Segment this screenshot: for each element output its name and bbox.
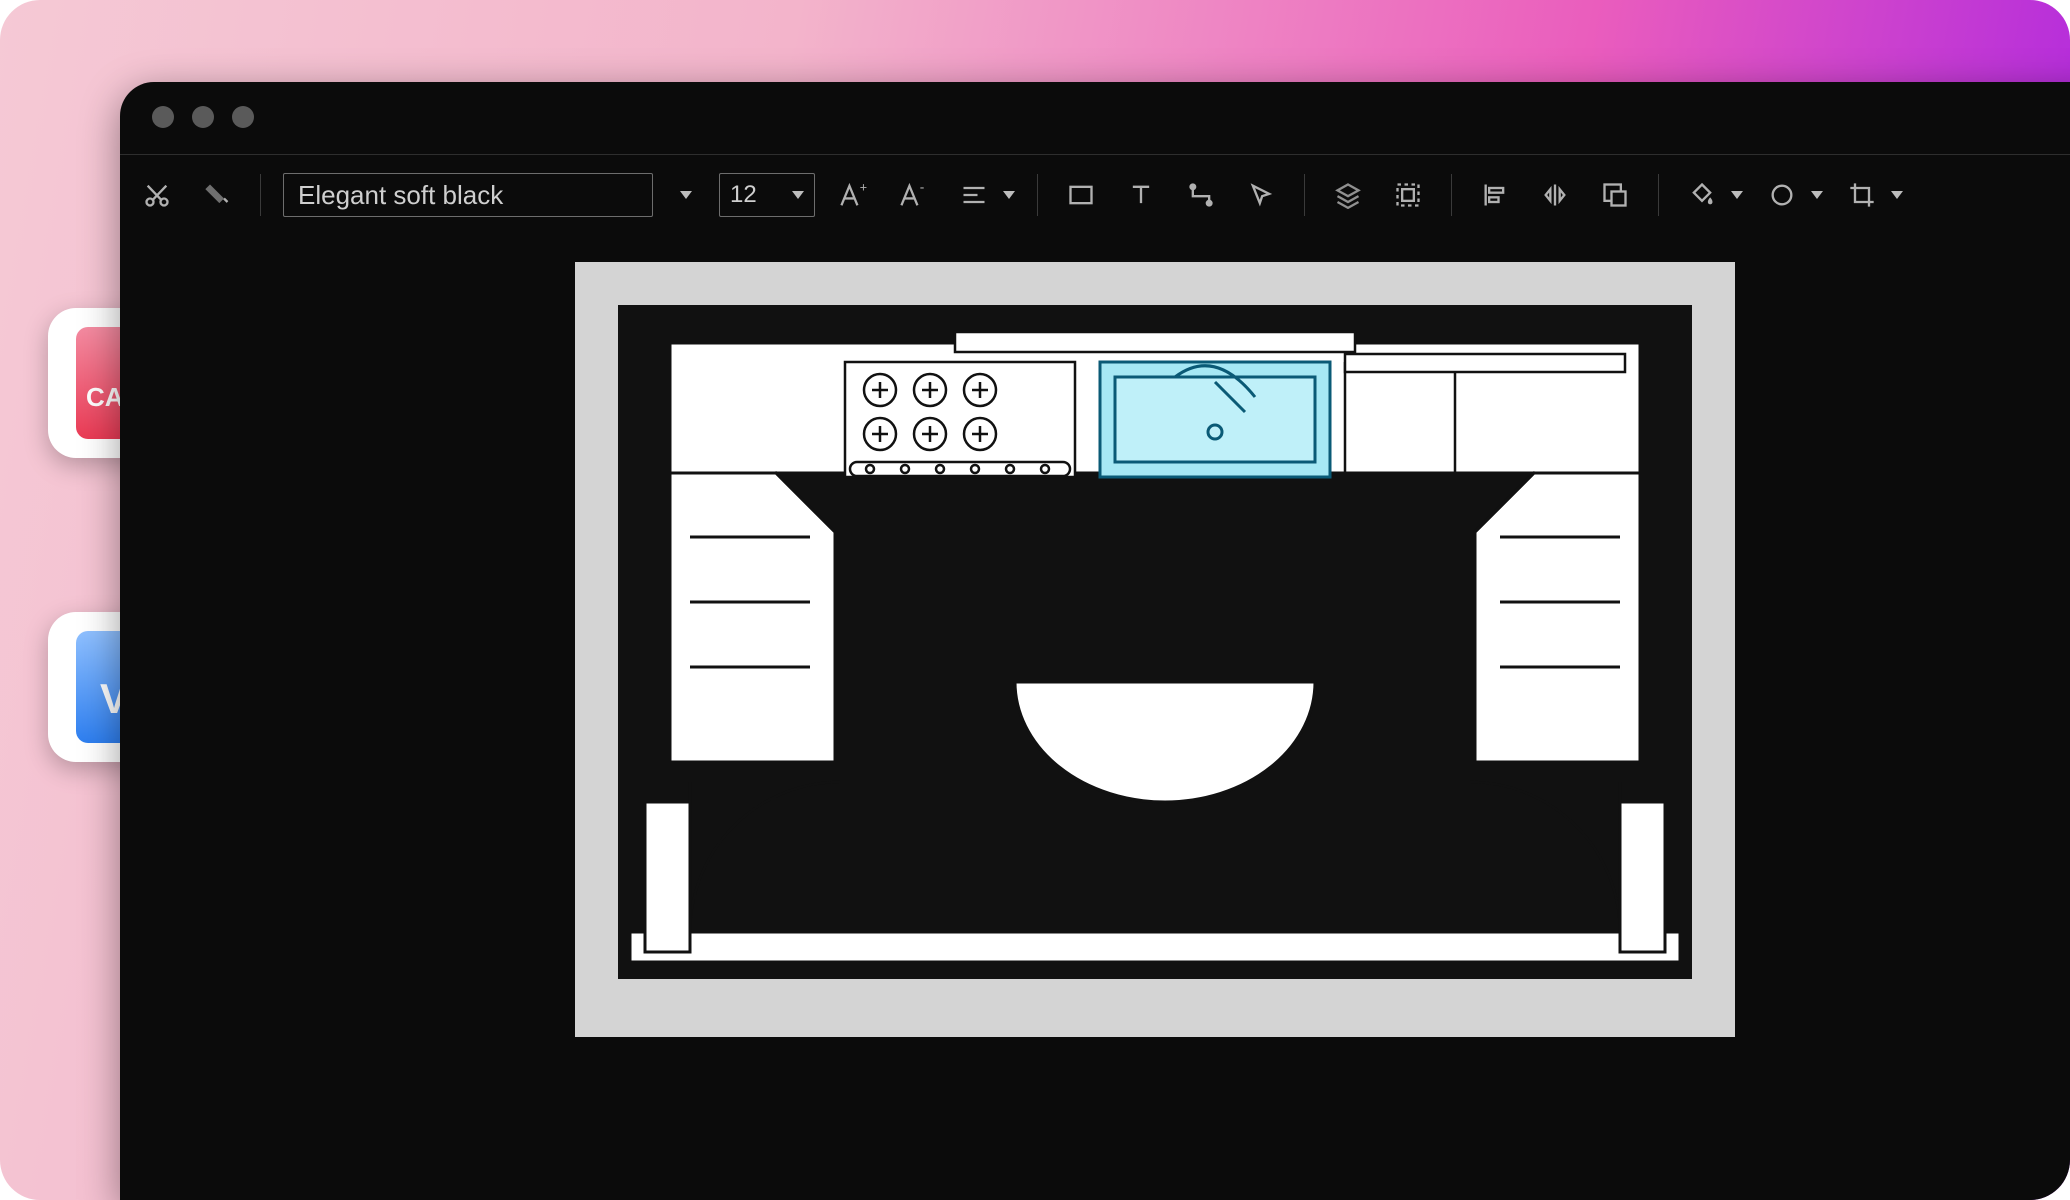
- crop-icon: [1841, 174, 1883, 216]
- chevron-down-icon: [792, 191, 804, 199]
- toolbar-separator: [1451, 174, 1452, 216]
- chevron-down-icon: [1811, 191, 1823, 199]
- chevron-down-icon: [1003, 191, 1015, 199]
- rectangle-tool-icon[interactable]: [1060, 174, 1102, 216]
- group-icon[interactable]: [1387, 174, 1429, 216]
- align-dropdown[interactable]: [953, 174, 1015, 216]
- pointer-tool-icon[interactable]: [1240, 174, 1282, 216]
- toolbar-separator: [1037, 174, 1038, 216]
- font-size-select[interactable]: 12: [719, 173, 815, 217]
- theme-select-value: Elegant soft black: [298, 180, 503, 211]
- window-controls: [120, 82, 2070, 128]
- svg-text:-: -: [920, 181, 925, 195]
- format-painter-icon[interactable]: [196, 174, 238, 216]
- increase-font-icon[interactable]: +: [833, 174, 875, 216]
- shape-style-dropdown[interactable]: [1761, 174, 1823, 216]
- fill-color-icon: [1681, 174, 1723, 216]
- page-background: CAD V: [0, 0, 2070, 1200]
- crop-dropdown[interactable]: [1841, 174, 1903, 216]
- window-maximize-button[interactable]: [232, 106, 254, 128]
- align-left-icon[interactable]: [1474, 174, 1516, 216]
- cut-icon[interactable]: [136, 174, 178, 216]
- decrease-font-icon[interactable]: -: [893, 174, 935, 216]
- kitchen-floor-plan: [575, 262, 1735, 1037]
- connector-tool-icon[interactable]: [1180, 174, 1222, 216]
- toolbar-separator: [1304, 174, 1305, 216]
- app-window: Elegant soft black 12 + -: [120, 82, 2070, 1200]
- theme-select[interactable]: Elegant soft black: [283, 173, 653, 217]
- shape-style-icon: [1761, 174, 1803, 216]
- toolbar-separator: [1658, 174, 1659, 216]
- drawing-canvas[interactable]: [575, 262, 1735, 1037]
- theme-select-dropdown[interactable]: [671, 174, 701, 216]
- layers-icon[interactable]: [1327, 174, 1369, 216]
- font-size-value: 12: [730, 181, 757, 209]
- chevron-down-icon: [1731, 191, 1743, 199]
- position-icon[interactable]: [1594, 174, 1636, 216]
- window-close-button[interactable]: [152, 106, 174, 128]
- fill-color-dropdown[interactable]: [1681, 174, 1743, 216]
- toolbar: Elegant soft black 12 + -: [120, 155, 2070, 217]
- svg-text:+: +: [860, 181, 867, 195]
- flip-horizontal-icon[interactable]: [1534, 174, 1576, 216]
- align-icon: [953, 174, 995, 216]
- toolbar-separator: [260, 174, 261, 216]
- window-minimize-button[interactable]: [192, 106, 214, 128]
- chevron-down-icon: [1891, 191, 1903, 199]
- text-tool-icon[interactable]: [1120, 174, 1162, 216]
